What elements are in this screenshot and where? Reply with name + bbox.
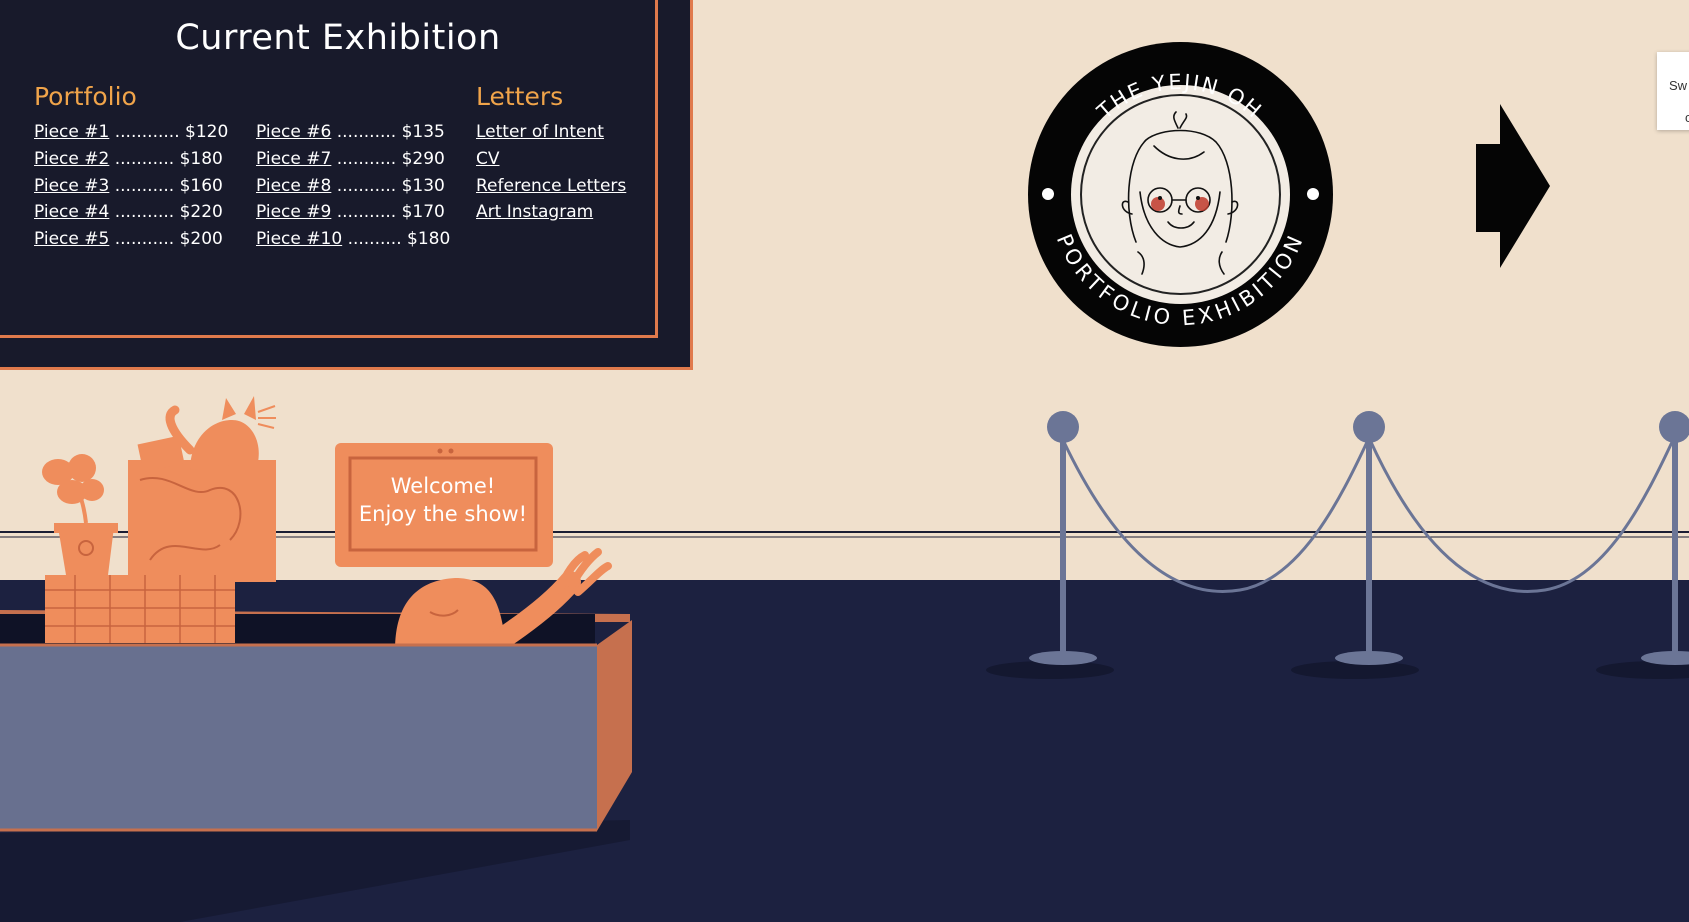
gallery-scene: Current Exhibition Portfolio Letters Pie… — [0, 0, 1689, 922]
welcome-sign: Welcome! Enjoy the show! — [352, 472, 534, 528]
reception-desk-illustration — [0, 396, 632, 832]
welcome-line-1: Welcome! — [390, 474, 496, 498]
stanchion-shadows — [986, 661, 1689, 679]
welcome-line-2: Enjoy the show! — [358, 502, 528, 526]
